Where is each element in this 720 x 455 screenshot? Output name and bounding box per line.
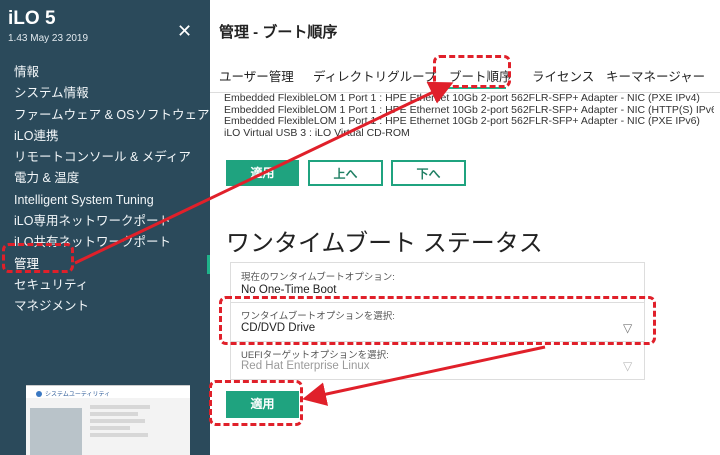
arrow-to-apply-button bbox=[302, 345, 546, 406]
screenshot-root: iLO 5 1.43 May 23 2019 ✕ 情報 システム情報 ファームウ… bbox=[0, 0, 720, 455]
arrow-to-boot-order-tab bbox=[74, 81, 454, 265]
annotation-arrows bbox=[74, 81, 546, 406]
